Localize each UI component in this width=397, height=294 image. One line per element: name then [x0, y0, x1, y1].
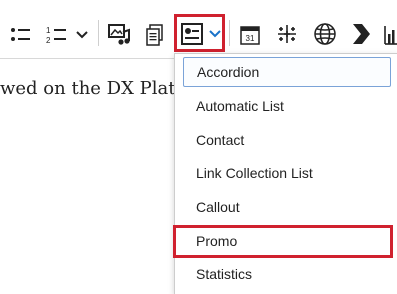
insert-document-button[interactable] [142, 22, 168, 48]
menu-item-automatic-list[interactable]: Automatic List [183, 91, 391, 121]
menu-item-label: Promo [196, 233, 238, 249]
insert-tableau-button[interactable] [272, 20, 302, 48]
chevron-arrow-icon [353, 24, 370, 44]
menu-item-label: Link Collection List [196, 165, 313, 181]
menu-item-label: Contact [196, 132, 245, 148]
menu-item-promo[interactable]: Promo [183, 226, 391, 256]
menu-item-label: Accordion [197, 64, 260, 80]
svg-text:1: 1 [46, 26, 51, 35]
calendar-icon: 31 [240, 26, 260, 45]
document-icon [146, 24, 163, 46]
toolbar-separator [229, 20, 230, 46]
menu-item-label: Statistics [196, 266, 253, 282]
numbered-list-icon: 1 2 [46, 26, 66, 45]
menu-item-callout[interactable]: Callout [183, 192, 391, 222]
bar-chart-icon [384, 26, 397, 45]
menu-item-link-collection-list[interactable]: Link Collection List [183, 158, 391, 188]
image-music-icon [108, 24, 130, 45]
insert-globe-button[interactable] [310, 20, 340, 48]
editor-body-text: wed on the DX Platf [0, 78, 183, 99]
component-card-icon [181, 23, 203, 45]
globe-icon [314, 23, 336, 45]
toolbar-separator [98, 20, 99, 46]
insert-chart-button[interactable] [383, 22, 397, 48]
insert-date-button[interactable]: 31 [236, 22, 264, 48]
calendar-number: 31 [246, 34, 255, 43]
insert-arrow-button[interactable] [348, 20, 374, 48]
bulleted-list-icon [11, 28, 30, 41]
insert-component-button[interactable] [178, 20, 206, 48]
menu-item-statistics[interactable]: Statistics [183, 259, 391, 289]
component-dropdown-menu: Accordion Automatic List Contact Link Co… [174, 53, 397, 294]
menu-item-label: Automatic List [196, 98, 284, 114]
list-style-dropdown-button[interactable] [74, 24, 90, 46]
insert-media-button[interactable] [104, 20, 134, 48]
editor-toolbar: 1 2 31 [0, 0, 397, 59]
bulleted-list-button[interactable] [6, 22, 34, 48]
menu-item-accordion[interactable]: Accordion [183, 57, 391, 87]
menu-item-label: Callout [196, 199, 240, 215]
numbered-list-button[interactable]: 1 2 [42, 22, 70, 48]
chevron-down-icon [208, 30, 221, 38]
tableau-icon [278, 25, 296, 43]
svg-text:2: 2 [46, 36, 51, 45]
chevron-down-icon [76, 31, 88, 39]
menu-item-contact[interactable]: Contact [183, 125, 391, 155]
insert-component-dropdown-button[interactable] [207, 24, 222, 44]
